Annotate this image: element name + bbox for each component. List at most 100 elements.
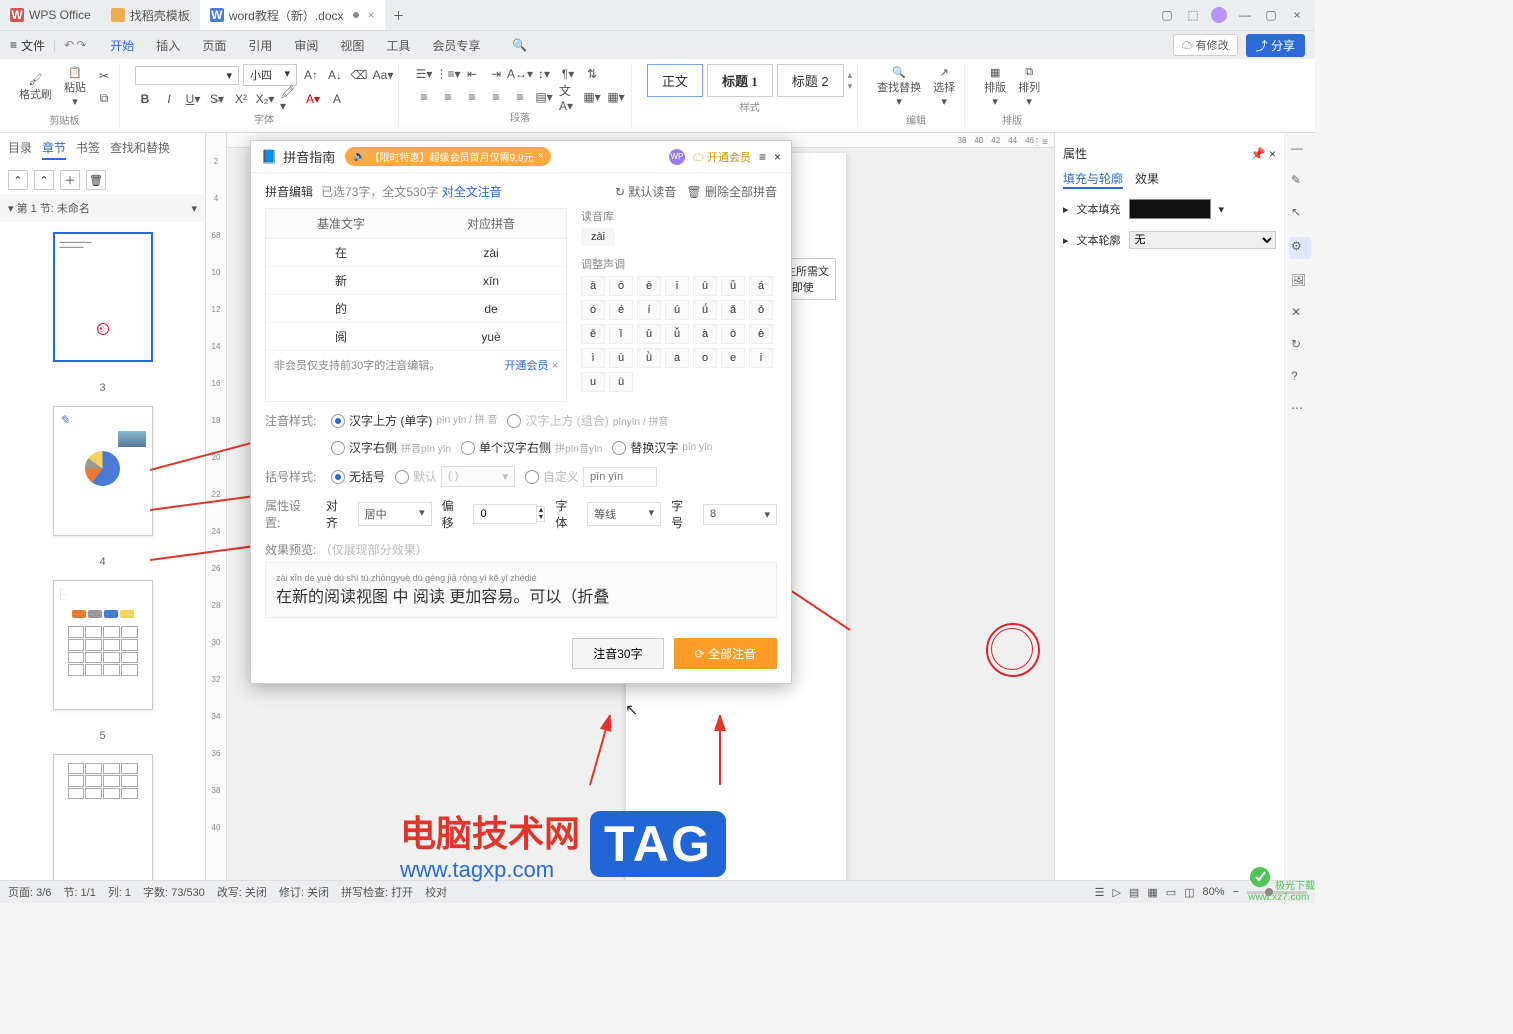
bullet-icon[interactable]: ☰▾ xyxy=(414,64,434,84)
canvas-menu-icon[interactable]: ⋮≡ xyxy=(1032,137,1048,148)
close-tab-icon[interactable]: × xyxy=(368,8,375,22)
rt-image-icon[interactable]: 🖼 xyxy=(1291,273,1309,291)
full-text-link[interactable]: 对全文注音 xyxy=(442,185,502,199)
style-opt-right[interactable]: 汉字右侧拼音pīn yīn xyxy=(331,439,451,456)
strike-icon[interactable]: S̶▾ xyxy=(207,89,227,109)
style-more-icon[interactable]: ▴ xyxy=(848,70,853,81)
prop-tab-effect[interactable]: 效果 xyxy=(1135,170,1159,189)
thumb-page-4[interactable]: ✎ xyxy=(53,406,153,536)
thumb-page-5[interactable]: ├─├─└─ xyxy=(53,580,153,710)
font-name-select[interactable]: ▾ xyxy=(135,66,239,85)
status-words[interactable]: 字数: 73/530 xyxy=(143,884,205,900)
rt-minus-icon[interactable]: — xyxy=(1291,141,1309,159)
sidebar-tab-toc[interactable]: 目录 xyxy=(8,139,32,160)
readlib-value[interactable]: zài xyxy=(581,228,615,246)
rt-select-icon[interactable]: ↖ xyxy=(1291,205,1309,223)
align-left-icon[interactable]: ≡ xyxy=(414,87,434,107)
sb-add-icon[interactable]: ＋ xyxy=(60,170,80,190)
status-page[interactable]: 页面: 3/6 xyxy=(8,884,51,900)
font-select[interactable]: 等线▾ xyxy=(587,502,661,526)
status-proof[interactable]: 校对 xyxy=(425,884,447,900)
indent-icon[interactable]: ⇥ xyxy=(486,64,506,84)
rt-more-icon[interactable]: ⋯ xyxy=(1291,401,1309,419)
maximize-icon[interactable]: ▢ xyxy=(1263,7,1279,23)
bracket-default-select[interactable]: ( )▾ xyxy=(441,466,515,487)
share-button[interactable]: ⤴ 分享 xyxy=(1246,34,1305,57)
clear-format-icon[interactable]: ⌫ xyxy=(349,65,369,85)
pin-icon[interactable]: 📌 xyxy=(1251,147,1266,161)
align-select[interactable]: 居中▾ xyxy=(358,502,432,526)
view-play-icon[interactable]: ▷ xyxy=(1112,886,1120,899)
cube-icon[interactable]: ⬚ xyxy=(1185,7,1201,23)
status-column[interactable]: 列: 1 xyxy=(108,884,131,900)
rt-history-icon[interactable]: ↻ xyxy=(1291,337,1309,355)
sort-icon[interactable]: ⇅ xyxy=(582,64,602,84)
bracket-opt-custom[interactable]: 自定义 xyxy=(525,467,657,487)
offset-input[interactable] xyxy=(473,504,537,524)
fill-dropper-icon[interactable]: ▾ xyxy=(1219,203,1225,216)
menu-view[interactable]: 视图 xyxy=(330,33,374,58)
table-row[interactable]: 新xīn xyxy=(266,267,566,295)
view-page-icon[interactable]: ▭ xyxy=(1166,886,1176,899)
font-size-select[interactable]: 小四▾ xyxy=(243,64,297,86)
open-vip-link[interactable]: ☁ 开通会员 xyxy=(693,149,751,165)
sb-collapse-icon[interactable]: ⌃ xyxy=(34,170,54,190)
tab-add[interactable]: ＋ xyxy=(385,0,413,30)
status-section[interactable]: 节: 1/1 xyxy=(63,884,95,900)
line-spacing-icon[interactable]: ↕▾ xyxy=(534,64,554,84)
default-reading-button[interactable]: ↻ 默认读音 xyxy=(615,183,676,200)
align-right-icon[interactable]: ≡ xyxy=(462,87,482,107)
table-row[interactable]: 阅yuè xyxy=(266,323,566,351)
expand-outline-icon[interactable]: ▸ xyxy=(1063,234,1069,247)
outline-select[interactable]: 无 xyxy=(1129,231,1276,249)
border-icon[interactable]: ▦▾ xyxy=(606,87,626,107)
rt-pen-icon[interactable]: ✎ xyxy=(1291,173,1309,191)
offset-up-icon[interactable]: ▲ xyxy=(537,507,544,514)
style-opt-above-single[interactable]: 汉字上方 (单字)pīn yīn / 拼 音 xyxy=(331,412,497,429)
close-icon[interactable]: × xyxy=(1289,7,1305,23)
promo-badge[interactable]: 🔊【限时特惠】超级会员首月仅需9.9元 × xyxy=(345,147,551,166)
status-track[interactable]: 修订: 关闭 xyxy=(279,884,329,900)
panel-icon[interactable]: ▢ xyxy=(1159,7,1175,23)
annotate-all-button[interactable]: ⟳ 全部注音 xyxy=(674,638,777,669)
menu-home[interactable]: 开始 xyxy=(100,33,144,58)
font-grow-icon[interactable]: A↑ xyxy=(301,65,321,85)
align-distribute-icon[interactable]: ≡ xyxy=(510,87,530,107)
char-width-icon[interactable]: A↔▾ xyxy=(510,64,530,84)
search-icon[interactable]: 🔍 xyxy=(512,38,527,52)
select-button[interactable]: ↗选择▾ xyxy=(929,64,959,110)
superscript-icon[interactable]: X² xyxy=(231,89,251,109)
table-row[interactable]: 的de xyxy=(266,295,566,323)
bracket-opt-default[interactable]: 默认( )▾ xyxy=(395,466,515,487)
delete-all-button[interactable]: 🗑 删除全部拼音 xyxy=(686,183,777,200)
annotate-30-button[interactable]: 注音30字 xyxy=(572,638,663,669)
minimize-icon[interactable]: — xyxy=(1237,7,1253,23)
undo-icon[interactable]: ↶ xyxy=(64,38,74,52)
close-panel-icon[interactable]: × xyxy=(1269,147,1276,161)
user-avatar[interactable] xyxy=(1211,7,1227,23)
copy-icon[interactable]: ⧉ xyxy=(94,88,114,108)
outdent-icon[interactable]: ⇤ xyxy=(462,64,482,84)
menu-page[interactable]: 页面 xyxy=(192,33,236,58)
thumb-page-3[interactable]: ▬▬▬▬▬▬▬▬▬▬▬▬▬▬ ⦿ xyxy=(53,232,153,362)
paste-button[interactable]: 📋粘贴▾ xyxy=(60,64,90,110)
align-justify-icon[interactable]: ≡ xyxy=(486,87,506,107)
size-select[interactable]: 8▾ xyxy=(703,504,777,525)
style-normal[interactable]: 正文 xyxy=(647,64,703,97)
cut-icon[interactable]: ✂ xyxy=(94,66,114,86)
offset-down-icon[interactable]: ▼ xyxy=(537,514,544,521)
menu-file[interactable]: ≡ 文件 xyxy=(10,37,45,54)
highlight-icon[interactable]: 🖍▾ xyxy=(279,89,299,109)
status-rewrite[interactable]: 改写: 关闭 xyxy=(217,884,267,900)
bracket-opt-none[interactable]: 无括号 xyxy=(331,468,385,485)
prop-tab-fill[interactable]: 填充与轮廓 xyxy=(1063,170,1123,189)
rt-help-icon[interactable]: ? xyxy=(1291,369,1309,387)
case-icon[interactable]: Aa▾ xyxy=(373,65,393,85)
dlg-close-icon[interactable]: × xyxy=(774,150,781,164)
number-icon[interactable]: ⋮≡▾ xyxy=(438,64,458,84)
font-color-icon[interactable]: A▾ xyxy=(303,89,323,109)
tab-template[interactable]: 找稻壳模板 xyxy=(101,0,200,30)
underline-icon[interactable]: U▾ xyxy=(183,89,203,109)
textdir-icon[interactable]: 文A▾ xyxy=(558,87,578,107)
style-heading1[interactable]: 标题 1 xyxy=(707,64,773,97)
